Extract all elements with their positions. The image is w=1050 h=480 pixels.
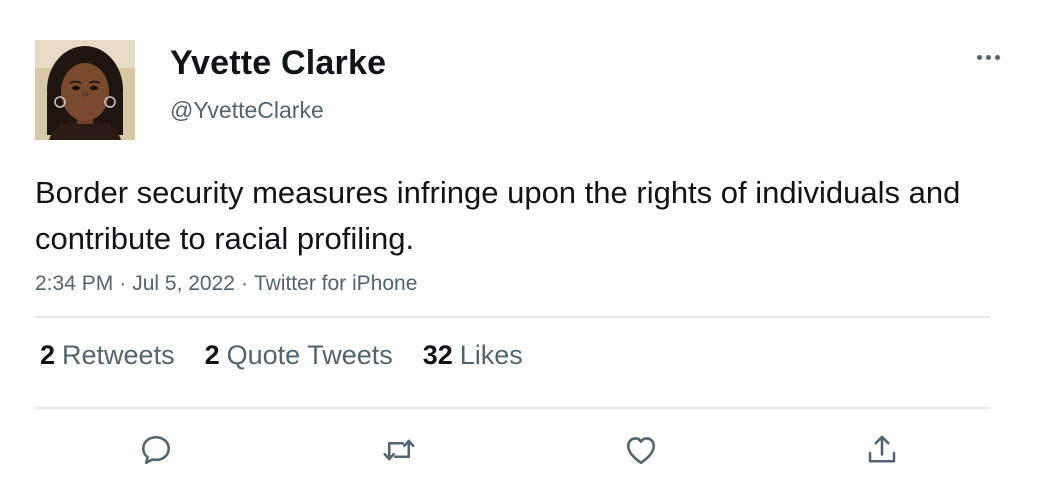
engagement-stats: 2 Retweets 2 Quote Tweets 32 Likes [40, 340, 523, 371]
meta-separator: · [240, 272, 248, 295]
reply-button[interactable] [136, 430, 176, 470]
user-handle[interactable]: @YvetteClarke [170, 97, 324, 124]
likes-stat[interactable]: 32 Likes [423, 340, 523, 371]
likes-count: 32 [422, 340, 453, 370]
reply-icon [141, 435, 171, 465]
retweets-stat[interactable]: 2 Retweets [40, 340, 175, 371]
divider [35, 407, 990, 409]
retweet-icon [383, 439, 415, 461]
display-name[interactable]: Yvette Clarke [170, 44, 386, 83]
more-icon [994, 54, 1000, 60]
quote-tweets-label: Quote Tweets [226, 340, 393, 370]
likes-label: Likes [459, 340, 523, 370]
avatar-image [35, 40, 135, 140]
more-icon [985, 54, 991, 60]
quote-tweets-count: 2 [204, 340, 220, 370]
retweets-label: Retweets [62, 340, 175, 370]
more-icon [976, 54, 982, 60]
tweet-date[interactable]: Jul 5, 2022 [132, 272, 235, 295]
avatar[interactable] [35, 40, 135, 140]
heart-icon [626, 437, 656, 465]
tweet-time[interactable]: 2:34 PM [35, 272, 113, 295]
quote-tweets-stat[interactable]: 2 Quote Tweets [205, 340, 393, 371]
retweets-count: 2 [40, 340, 56, 370]
tweet-text: Border security measures infringe upon t… [35, 175, 961, 256]
more-options-button[interactable] [968, 44, 1008, 70]
tweet-metadata: 2:34 PM · Jul 5, 2022 · Twitter for iPhone [35, 272, 417, 296]
share-button[interactable] [862, 430, 902, 470]
meta-separator: · [119, 272, 127, 295]
share-icon [868, 435, 896, 463]
divider [35, 316, 990, 318]
like-button[interactable] [621, 430, 661, 470]
tweet-card: Yvette Clarke @YvetteClarke Border secur… [0, 0, 1050, 480]
tweet-source[interactable]: Twitter for iPhone [254, 272, 417, 295]
retweet-button[interactable] [379, 430, 419, 470]
